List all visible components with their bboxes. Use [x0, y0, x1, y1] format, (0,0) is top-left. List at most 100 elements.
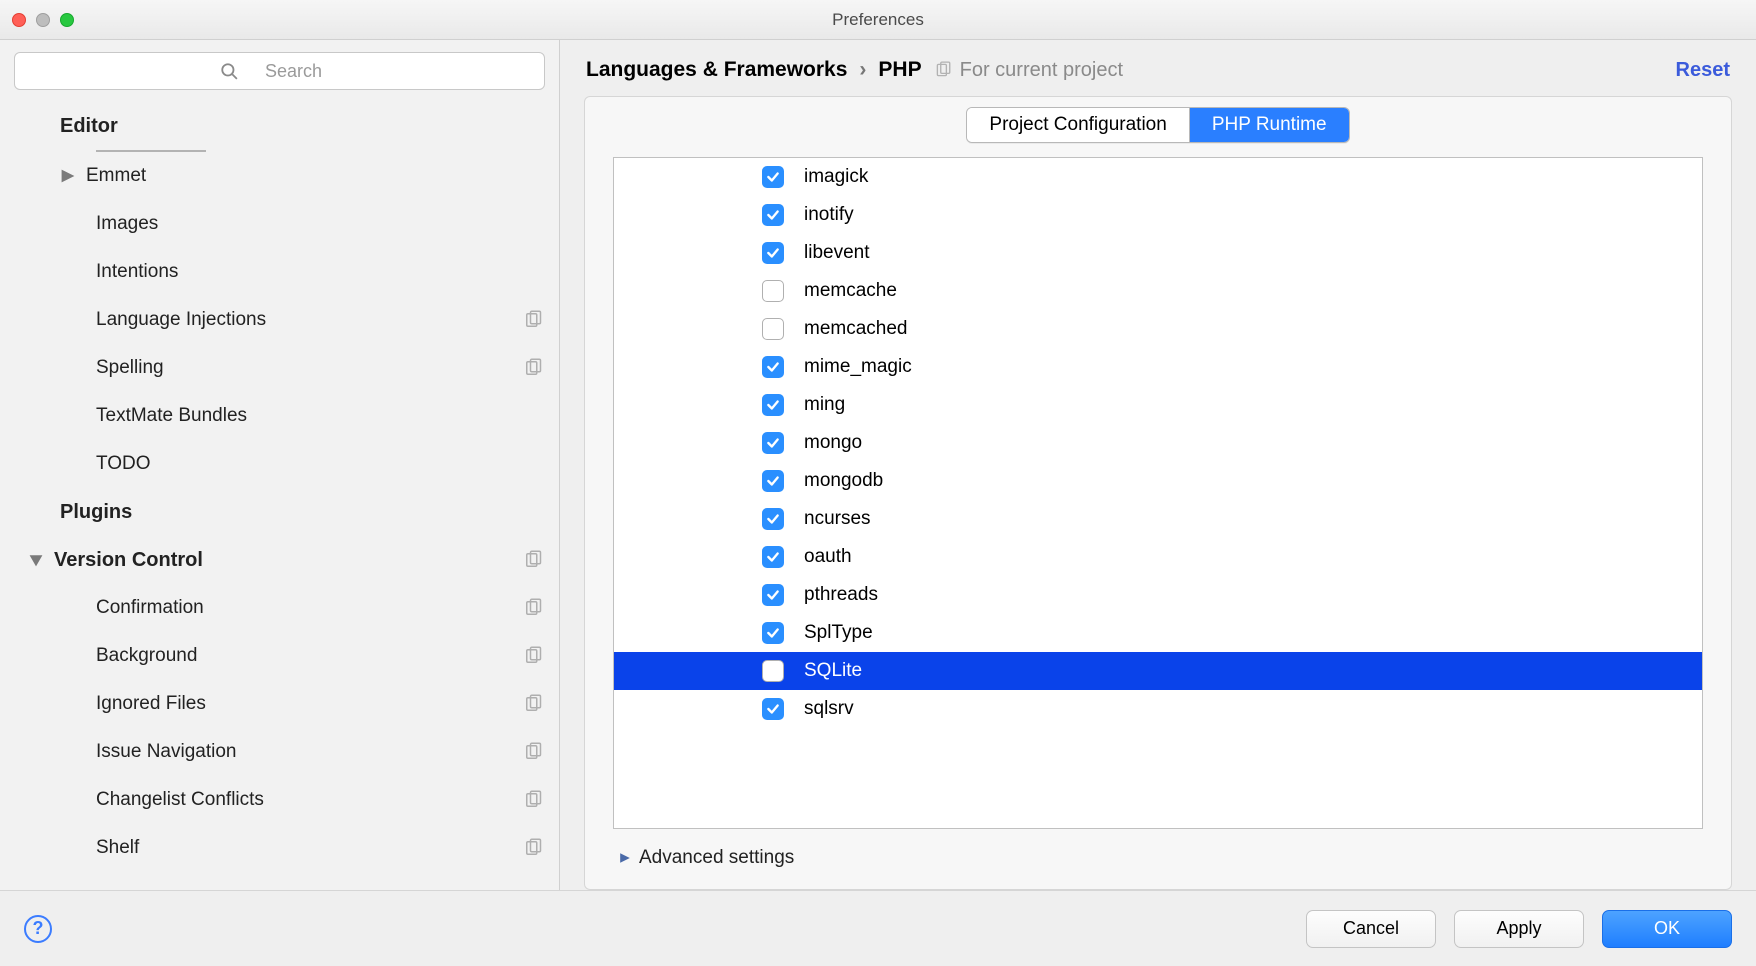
tree-item-spelling[interactable]: Spelling — [0, 344, 559, 392]
extension-checkbox[interactable] — [762, 356, 784, 378]
extension-row[interactable]: SQLite — [614, 652, 1702, 690]
content-pane: Languages & Frameworks › PHP For current… — [560, 40, 1756, 890]
tree-item-changelist-conflicts[interactable]: Changelist Conflicts — [0, 776, 559, 824]
extension-row[interactable]: inotify — [614, 196, 1702, 234]
extension-label: memcache — [804, 280, 897, 302]
copy-project-scope-icon — [523, 694, 543, 714]
minimize-window-button[interactable] — [36, 13, 50, 27]
extension-label: sqlsrv — [804, 698, 854, 720]
tree-section-version-control[interactable]: Version Control — [0, 536, 559, 584]
extension-label: imagick — [804, 166, 868, 188]
extension-label: mongo — [804, 432, 862, 454]
tab-group: Project Configuration PHP Runtime — [966, 107, 1349, 143]
extension-row[interactable]: mime_magic — [614, 348, 1702, 386]
copy-project-scope-icon — [523, 550, 543, 570]
extension-checkbox[interactable] — [762, 622, 784, 644]
extension-checkbox[interactable] — [762, 394, 784, 416]
tree-item-intentions[interactable]: Intentions — [0, 248, 559, 296]
copy-project-scope-icon — [523, 790, 543, 810]
tree-item-ignored-files[interactable]: Ignored Files — [0, 680, 559, 728]
extensions-listbox[interactable]: imagick inotify libevent memcache memcached m… — [613, 157, 1703, 829]
chevron-right-icon: › — [859, 58, 866, 82]
extension-checkbox[interactable] — [762, 166, 784, 188]
tree-item-background[interactable]: Background — [0, 632, 559, 680]
dialog-footer: ? Cancel Apply OK — [0, 890, 1756, 966]
copy-project-scope-icon — [523, 838, 543, 858]
extension-row[interactable]: ming — [614, 386, 1702, 424]
reset-link[interactable]: Reset — [1676, 59, 1730, 82]
extension-checkbox[interactable] — [762, 432, 784, 454]
settings-panel: Project Configuration PHP Runtime imagic… — [584, 96, 1732, 890]
sidebar: Editor Emmet Images Intentions Language … — [0, 40, 560, 890]
chevron-right-icon — [619, 852, 631, 864]
window-controls — [12, 13, 74, 27]
extension-row[interactable]: ncurses — [614, 500, 1702, 538]
extension-row[interactable]: memcached — [614, 310, 1702, 348]
tree-item-issue-navigation[interactable]: Issue Navigation — [0, 728, 559, 776]
breadcrumb: Languages & Frameworks › PHP For current… — [560, 40, 1756, 96]
zoom-window-button[interactable] — [60, 13, 74, 27]
extension-label: mongodb — [804, 470, 883, 492]
extension-row[interactable]: libevent — [614, 234, 1702, 272]
close-window-button[interactable] — [12, 13, 26, 27]
extension-checkbox[interactable] — [762, 508, 784, 530]
extension-label: SplType — [804, 622, 873, 644]
extension-row[interactable]: sqlsrv — [614, 690, 1702, 728]
extension-label: inotify — [804, 204, 854, 226]
extension-label: mime_magic — [804, 356, 912, 378]
ok-button[interactable]: OK — [1602, 910, 1732, 948]
extension-checkbox[interactable] — [762, 242, 784, 264]
extension-label: oauth — [804, 546, 852, 568]
copy-project-scope-icon — [523, 646, 543, 666]
extension-row[interactable]: pthreads — [614, 576, 1702, 614]
breadcrumb-leaf: PHP — [878, 58, 921, 82]
scope-label: For current project — [934, 59, 1123, 82]
tab-project-configuration[interactable]: Project Configuration — [967, 108, 1188, 142]
tree-item-images[interactable]: Images — [0, 200, 559, 248]
extension-label: memcached — [804, 318, 908, 340]
tree-section-editor[interactable]: Editor — [0, 102, 559, 150]
extension-checkbox[interactable] — [762, 470, 784, 492]
extension-row[interactable]: mongodb — [614, 462, 1702, 500]
cancel-button[interactable]: Cancel — [1306, 910, 1436, 948]
tree-item-todo[interactable]: TODO — [0, 440, 559, 488]
copy-project-scope-icon — [523, 310, 543, 330]
copy-project-scope-icon — [523, 742, 543, 762]
breadcrumb-root[interactable]: Languages & Frameworks — [586, 58, 847, 82]
chevron-right-icon — [60, 168, 76, 184]
chevron-down-icon — [28, 552, 44, 568]
apply-button[interactable]: Apply — [1454, 910, 1584, 948]
help-button[interactable]: ? — [24, 915, 52, 943]
search-icon — [220, 62, 238, 80]
copy-project-scope-icon — [523, 358, 543, 378]
extension-label: ncurses — [804, 508, 871, 530]
extension-row[interactable]: imagick — [614, 158, 1702, 196]
extension-checkbox[interactable] — [762, 660, 784, 682]
copy-project-scope-icon — [523, 598, 543, 618]
tree-item-textmate-bundles[interactable]: TextMate Bundles — [0, 392, 559, 440]
extension-checkbox[interactable] — [762, 546, 784, 568]
extension-checkbox[interactable] — [762, 318, 784, 340]
copy-project-scope-icon — [934, 61, 952, 79]
extension-label: ming — [804, 394, 845, 416]
search-field[interactable] — [14, 52, 545, 90]
advanced-settings-toggle[interactable]: Advanced settings — [585, 829, 1731, 869]
extension-label: SQLite — [804, 660, 862, 682]
tab-php-runtime[interactable]: PHP Runtime — [1189, 108, 1349, 142]
settings-tree: Editor Emmet Images Intentions Language … — [0, 98, 559, 890]
extension-row[interactable]: SplType — [614, 614, 1702, 652]
tree-item-emmet[interactable]: Emmet — [0, 152, 559, 200]
extension-checkbox[interactable] — [762, 698, 784, 720]
tree-item-shelf[interactable]: Shelf — [0, 824, 559, 872]
tree-section-plugins[interactable]: Plugins — [0, 488, 559, 536]
extension-label: libevent — [804, 242, 870, 264]
extension-checkbox[interactable] — [762, 584, 784, 606]
search-input[interactable] — [14, 52, 545, 90]
extension-row[interactable]: oauth — [614, 538, 1702, 576]
extension-row[interactable]: memcache — [614, 272, 1702, 310]
extension-checkbox[interactable] — [762, 204, 784, 226]
extension-checkbox[interactable] — [762, 280, 784, 302]
extension-row[interactable]: mongo — [614, 424, 1702, 462]
tree-item-language-injections[interactable]: Language Injections — [0, 296, 559, 344]
tree-item-confirmation[interactable]: Confirmation — [0, 584, 559, 632]
